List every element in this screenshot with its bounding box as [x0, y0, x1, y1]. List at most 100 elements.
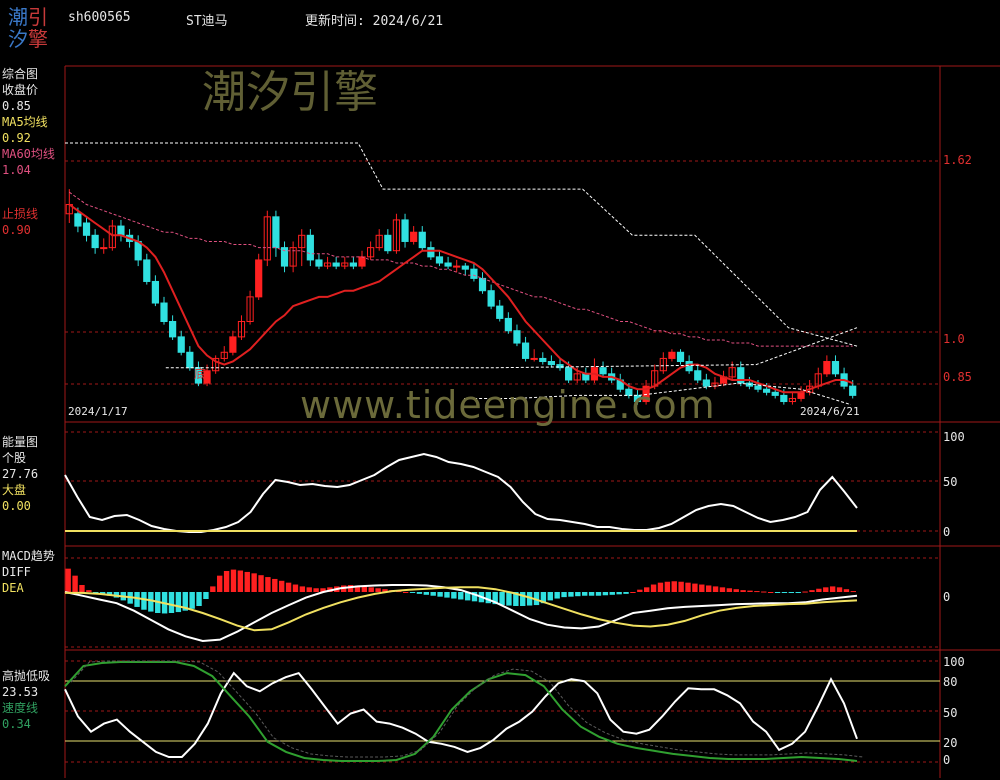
candle-body — [410, 231, 418, 242]
macd-bar — [588, 592, 595, 596]
candle-body — [668, 351, 676, 359]
energy-tick-50: 50 — [943, 475, 958, 489]
macd-bar — [547, 592, 553, 601]
candle-body — [315, 259, 323, 267]
ma60-label: MA60均线 — [2, 147, 55, 161]
macd-bar — [671, 581, 677, 592]
candle-body — [117, 225, 125, 236]
ma5-value: 0.92 — [2, 131, 31, 145]
macd-bar — [802, 591, 808, 593]
energy-panel-legend: 能量图 个股 27.76 大盘 0.00 — [2, 434, 38, 514]
candle-body — [100, 247, 108, 250]
candle-body — [272, 216, 280, 249]
macd-bar — [148, 592, 154, 612]
ma60-value: 1.04 — [2, 163, 31, 177]
macd-bar — [616, 592, 622, 595]
macd-bar — [795, 592, 801, 593]
date-end: 2024/6/21 — [800, 405, 860, 418]
close-label: 收盘价 — [2, 83, 39, 97]
candle-body — [427, 247, 435, 258]
ma5-label: MA5均线 — [2, 115, 48, 129]
tide-title: 高抛低吸 — [2, 669, 51, 683]
macd-bar — [272, 578, 278, 592]
tide-tick-80: 80 — [943, 675, 958, 689]
macd-bar — [554, 592, 560, 599]
macd-bar — [712, 586, 719, 592]
macd-bar — [237, 570, 244, 592]
candle-body — [530, 357, 538, 360]
macd-bar — [278, 580, 285, 592]
macd-bar — [265, 577, 271, 592]
macd-bar — [451, 592, 457, 599]
macd-bar — [223, 571, 230, 592]
macd-bar — [458, 592, 464, 600]
macd-bar — [306, 587, 312, 592]
macd-bar — [189, 592, 195, 609]
macd-bar — [726, 588, 733, 592]
candle-body — [177, 336, 185, 353]
macd-bar — [644, 587, 650, 592]
speed-label: 速度线 — [2, 701, 39, 715]
tide-panel-legend: 高抛低吸 23.53 速度线 0.34 — [2, 668, 50, 732]
candle-body — [349, 262, 357, 267]
price-tick-1.62: 1.62 — [943, 153, 972, 167]
tide-tick-100: 100 — [943, 655, 965, 669]
support-line — [165, 327, 858, 369]
macd-bar — [217, 575, 223, 592]
macd-bar — [705, 585, 712, 592]
tide-tick-50: 50 — [943, 706, 958, 720]
candle-body — [418, 231, 426, 249]
macd-bar — [692, 583, 698, 592]
macd-bar — [816, 588, 822, 592]
macd-bar — [141, 592, 147, 610]
candle-body — [401, 219, 409, 242]
macd-bar — [719, 587, 726, 592]
dea-label: DEA — [2, 581, 24, 595]
macd-bar — [175, 592, 182, 613]
candle-body — [444, 262, 452, 267]
candle-body — [763, 388, 771, 393]
stop-value: 0.90 — [2, 223, 31, 237]
candle-body — [849, 385, 857, 396]
macd-bar — [86, 590, 92, 592]
site-watermark: www.tideengine.com — [300, 383, 716, 427]
market-value: 0.00 — [2, 499, 31, 513]
energy-title: 能量图 — [2, 435, 39, 449]
candle-body — [676, 351, 685, 363]
macd-bar — [568, 592, 574, 597]
candle-body — [470, 268, 478, 279]
macd-bar — [423, 592, 430, 595]
macd-bar — [809, 590, 815, 592]
macd-bar — [251, 573, 257, 592]
tide-tick-0: 0 — [943, 753, 951, 767]
candle-body — [186, 351, 194, 369]
macd-bar — [402, 592, 409, 593]
macd-bar — [437, 592, 443, 597]
candle-body — [504, 317, 512, 332]
macd-bar — [836, 587, 843, 592]
candle-body — [74, 213, 82, 227]
macd-bar — [444, 592, 450, 598]
candle-body — [831, 361, 840, 375]
price-tick-0.85: 0.85 — [943, 370, 972, 384]
candle-body — [599, 367, 607, 375]
macd-bar — [595, 592, 602, 596]
macd-bar — [244, 571, 250, 592]
candle-body — [461, 265, 469, 270]
macd-bar — [575, 592, 581, 597]
candle-body — [151, 280, 159, 304]
macd-bar — [761, 591, 767, 593]
tide-line — [64, 671, 858, 758]
macd-panel-legend: MACD趋势 DIFF DEA — [2, 548, 55, 596]
macd-bar — [657, 582, 664, 592]
main-panel-legend: 综合图 收盘价 0.85 MA5均线 0.92 MA60均线 1.04 止损线 … — [2, 66, 55, 238]
macd-bar — [506, 592, 512, 606]
candle-body — [754, 385, 762, 390]
candle-body — [358, 256, 366, 267]
macd-bar — [850, 591, 856, 593]
candle-body — [823, 361, 831, 375]
macd-bar — [630, 592, 636, 593]
macd-bar — [609, 592, 615, 595]
stop-label: 止损线 — [2, 207, 39, 221]
macd-title: MACD趋势 — [2, 549, 55, 563]
